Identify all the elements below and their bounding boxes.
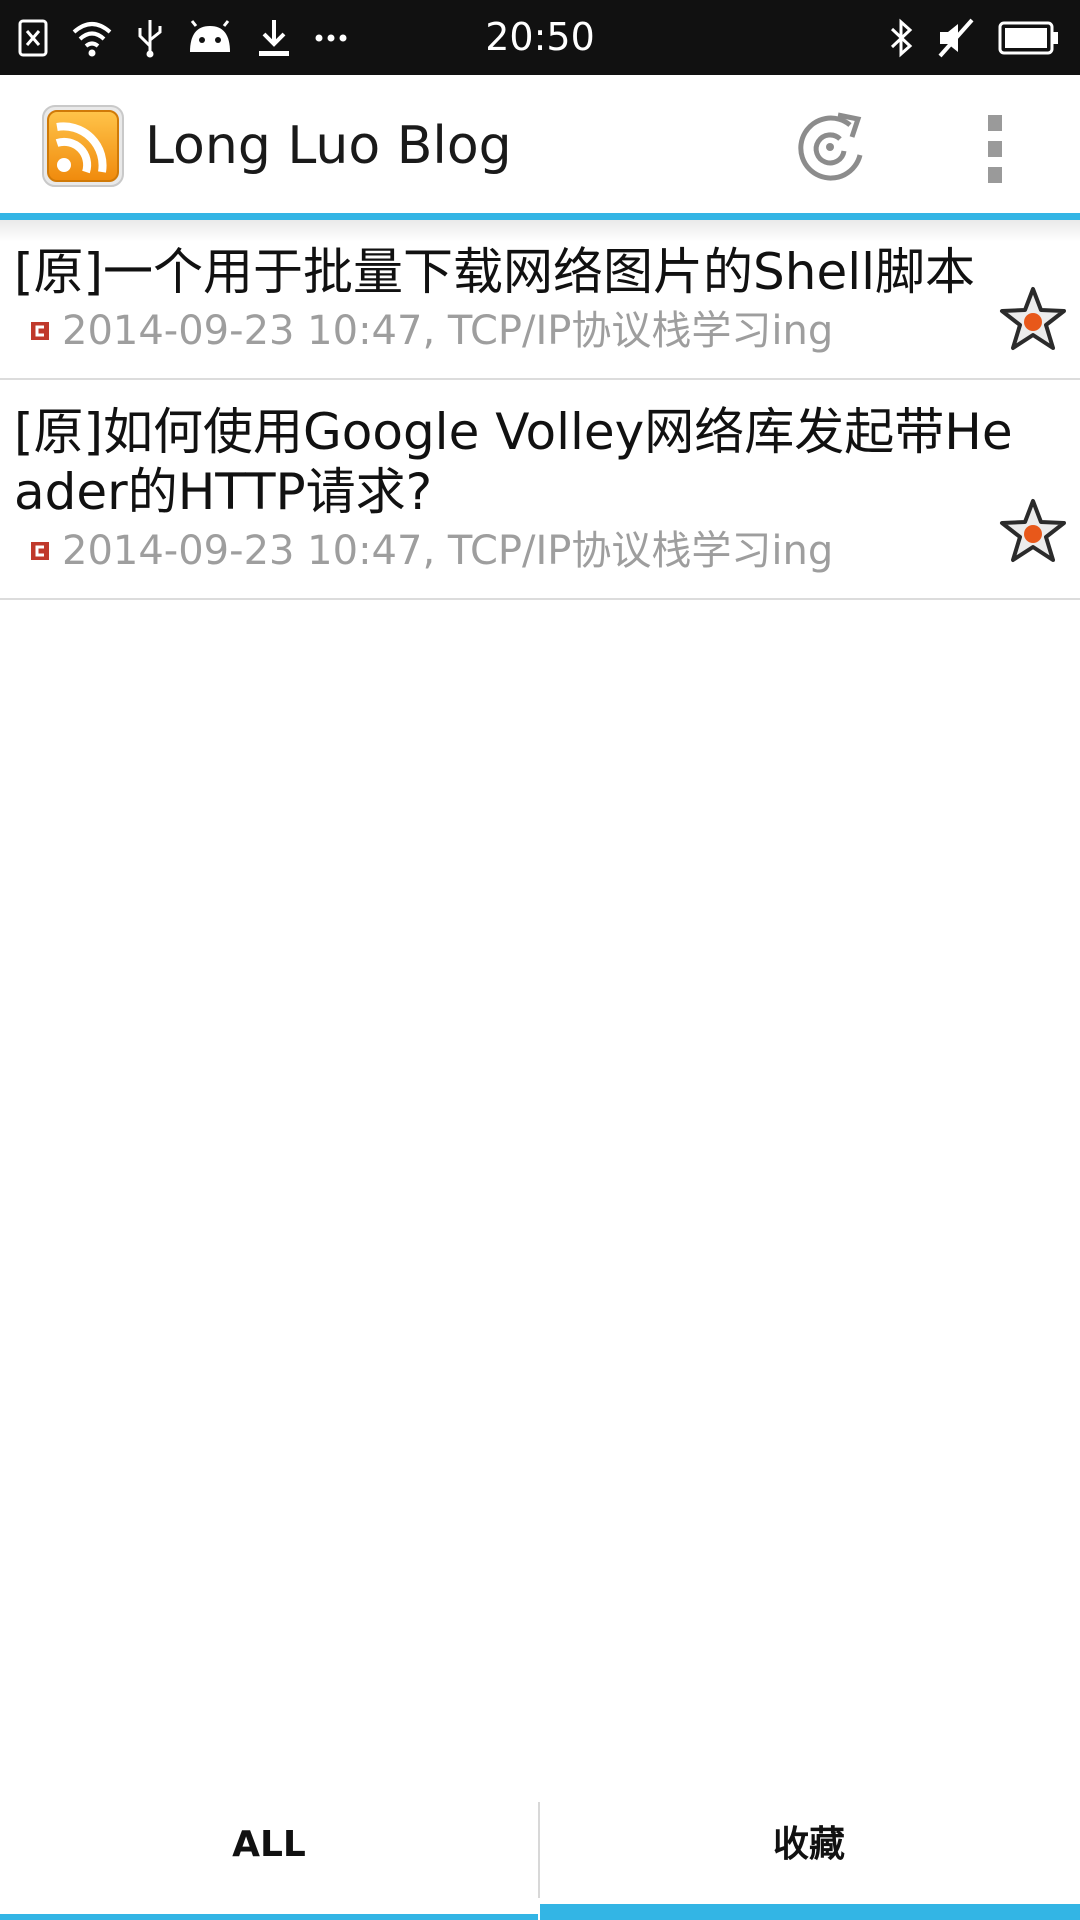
rss-icon[interactable]: [42, 105, 124, 187]
refresh-button[interactable]: [788, 105, 872, 189]
source-icon: [30, 541, 50, 561]
app-title: Long Luo Blog: [145, 116, 512, 176]
list-item[interactable]: [原]如何使用Google Volley网络库发起带Header的HTTP请求?…: [0, 380, 1080, 600]
article-meta: 2014-09-23 10:47, TCP/IP协议栈学习ing: [0, 522, 1080, 598]
system-icons: [888, 10, 1060, 66]
mute-icon: [936, 18, 976, 58]
favorite-star-button[interactable]: [998, 286, 1068, 352]
source-icon: [30, 321, 50, 341]
article-date-category: 2014-09-23 10:47, TCP/IP协议栈学习ing: [62, 528, 834, 574]
tab-favorites[interactable]: 收藏: [540, 1790, 1080, 1920]
article-list[interactable]: [原]一个用于批量下载网络图片的Shell脚本 2014-09-23 10:47…: [0, 220, 1080, 600]
overflow-menu-icon: [980, 115, 1010, 183]
refresh-icon: [788, 112, 872, 193]
tab-favorites-indicator: [540, 1904, 1080, 1920]
article-title: [原]一个用于批量下载网络图片的Shell脚本: [14, 243, 975, 301]
star-icon: [998, 287, 1068, 356]
tab-all[interactable]: ALL: [0, 1790, 538, 1920]
tab-favorites-label: 收藏: [772, 1824, 845, 1865]
tab-all-label: ALL: [232, 1824, 306, 1865]
status-bar: 20:50: [0, 0, 1080, 75]
battery-icon: [998, 21, 1060, 55]
favorite-star-button[interactable]: [998, 498, 1068, 564]
article-date-category: 2014-09-23 10:47, TCP/IP协议栈学习ing: [62, 308, 834, 354]
bluetooth-icon: [888, 18, 914, 58]
article-meta: 2014-09-23 10:47, TCP/IP协议栈学习ing: [0, 302, 1080, 378]
bottom-tab-bar: ALL 收藏: [0, 1790, 1080, 1920]
tab-all-indicator: [0, 1914, 538, 1920]
list-item[interactable]: [原]一个用于批量下载网络图片的Shell脚本 2014-09-23 10:47…: [0, 220, 1080, 380]
action-bar-divider: [0, 213, 1080, 220]
article-title: [原]如何使用Google Volley网络库发起带Header的HTTP请求?: [14, 403, 1013, 521]
star-icon: [998, 499, 1068, 568]
action-bar: Long Luo Blog: [0, 75, 1080, 213]
overflow-menu-button[interactable]: [980, 115, 1010, 185]
